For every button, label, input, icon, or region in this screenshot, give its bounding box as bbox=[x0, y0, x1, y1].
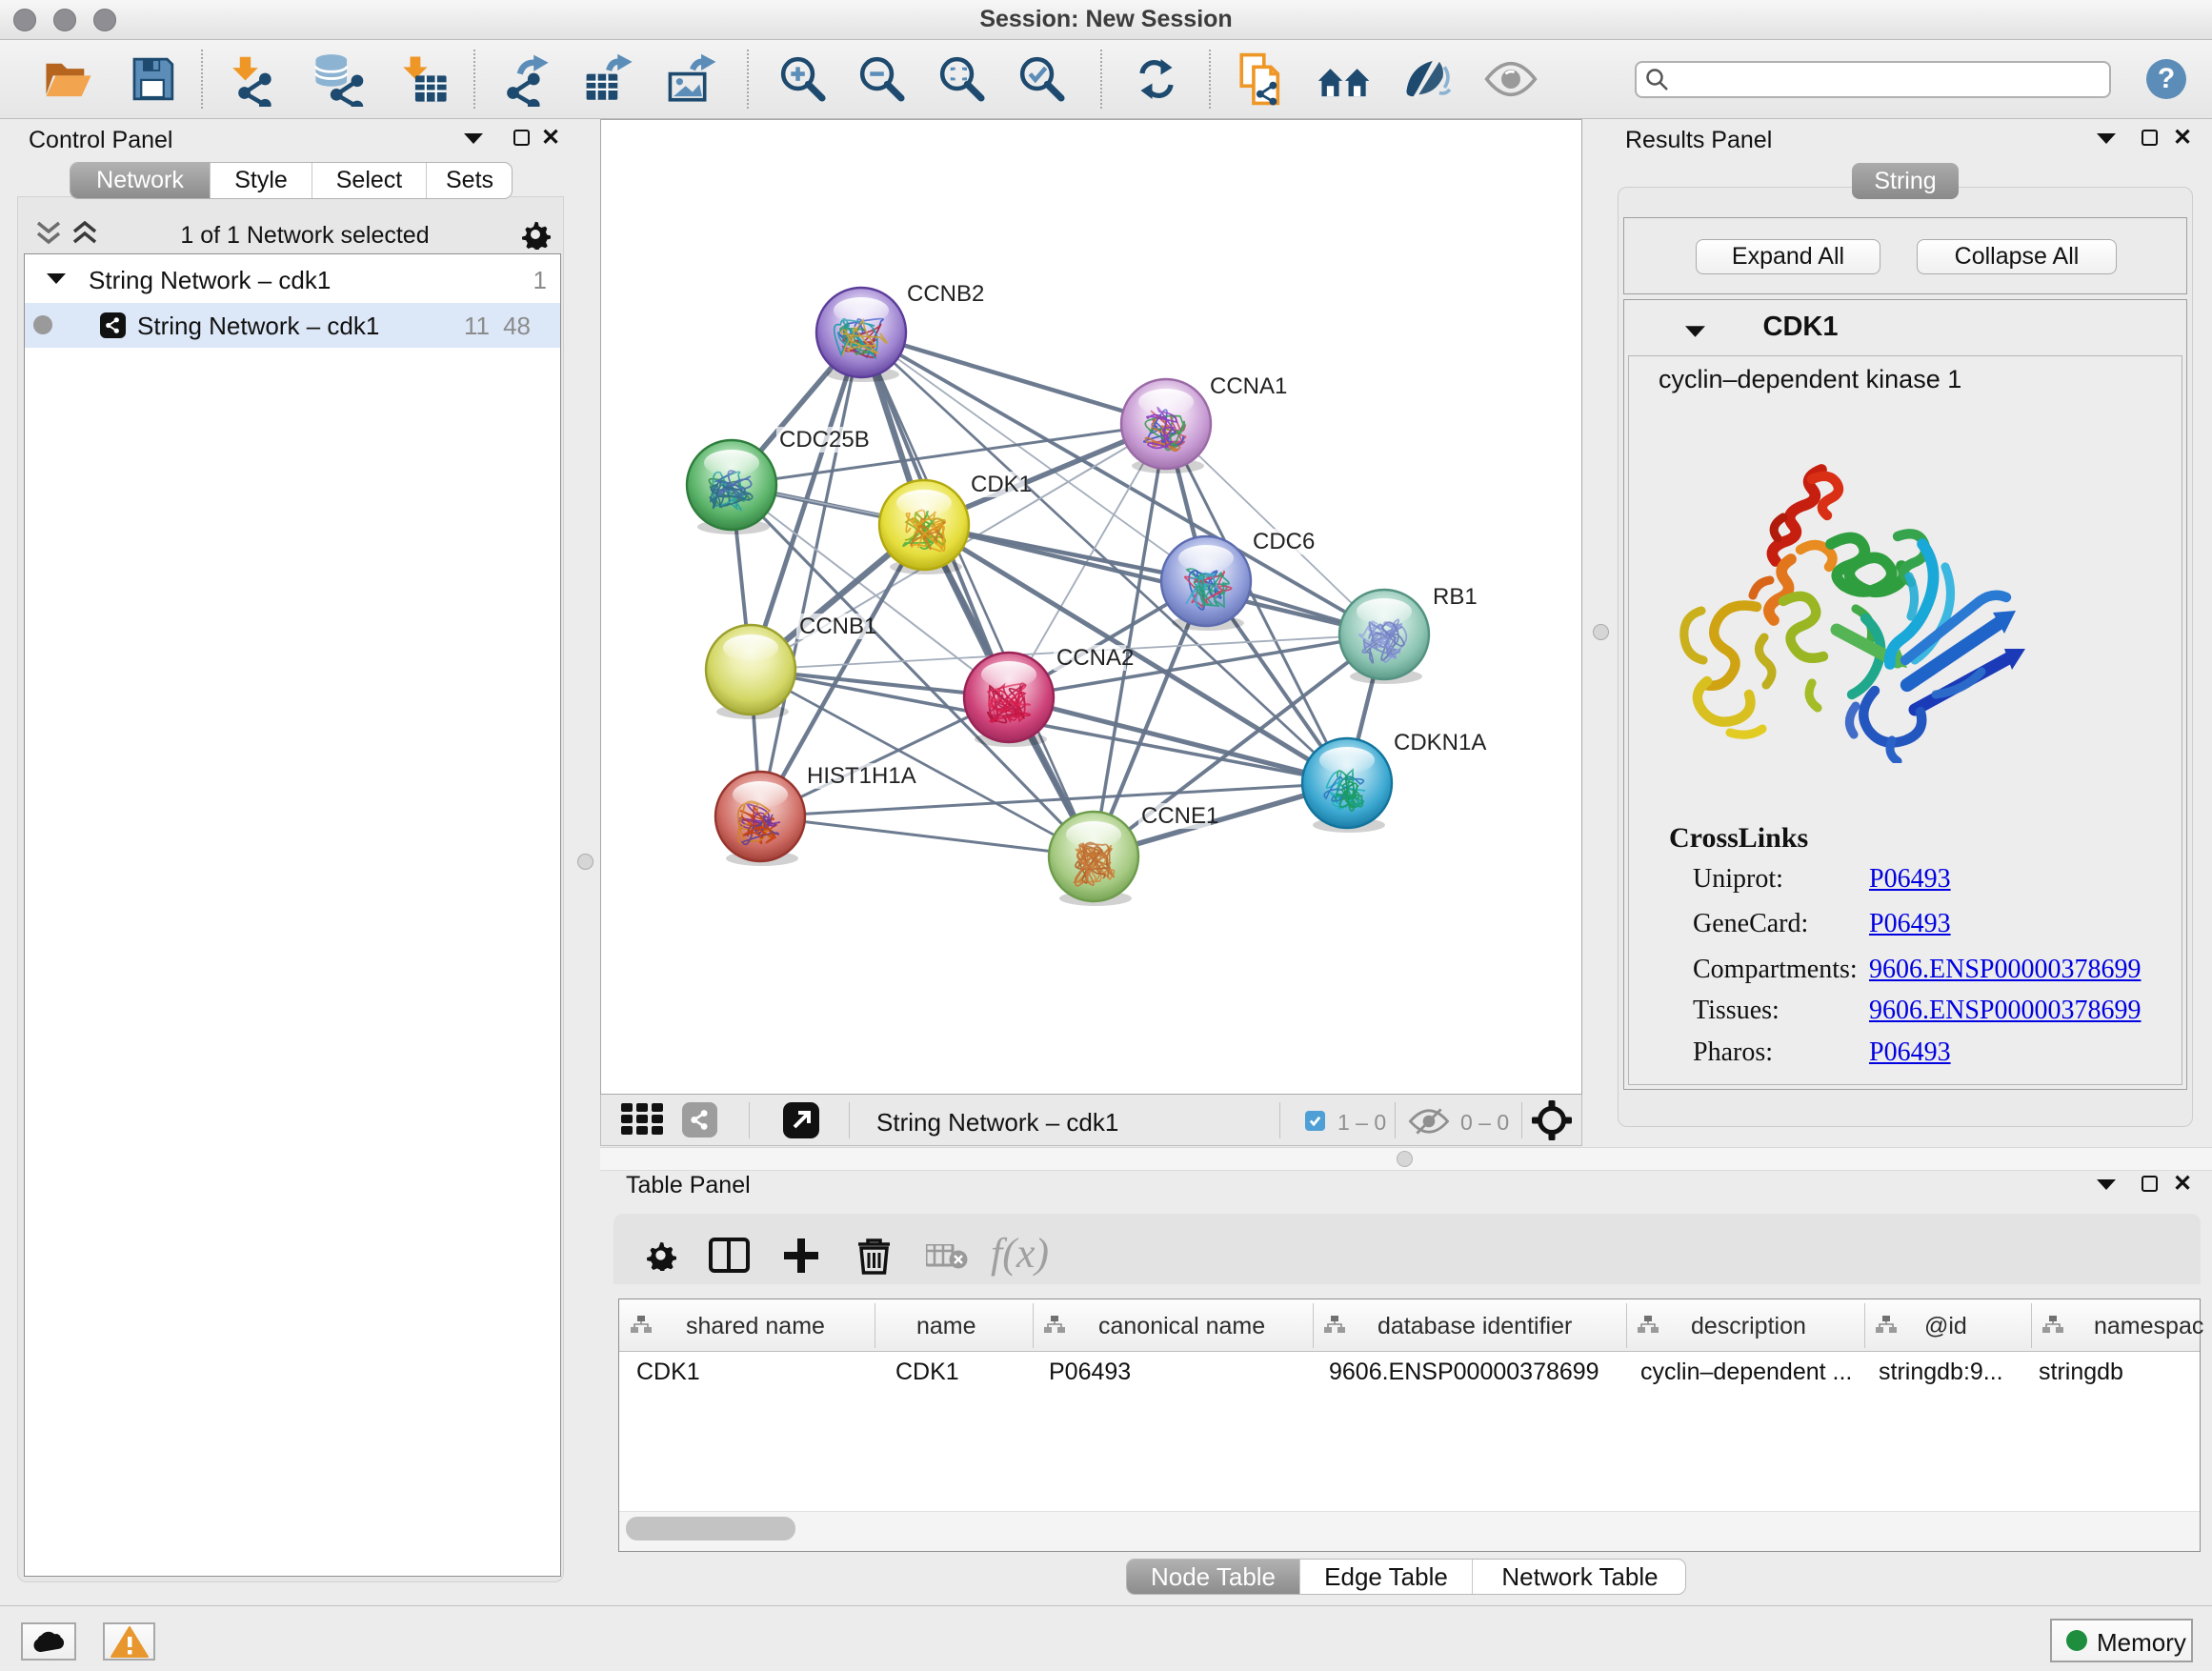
svg-text:HIST1H1A: HIST1H1A bbox=[807, 763, 916, 789]
svg-text:CCNB1: CCNB1 bbox=[799, 614, 876, 639]
svg-text:CCNA1: CCNA1 bbox=[1210, 373, 1287, 399]
svg-text:CDC6: CDC6 bbox=[1253, 529, 1315, 554]
svg-text:CDKN1A: CDKN1A bbox=[1394, 730, 1486, 755]
svg-text:CCNE1: CCNE1 bbox=[1141, 803, 1218, 829]
svg-text:CCNA2: CCNA2 bbox=[1056, 645, 1134, 671]
svg-text:RB1: RB1 bbox=[1433, 584, 1478, 610]
svg-text:CCNB2: CCNB2 bbox=[907, 281, 984, 307]
svg-text:CDK1: CDK1 bbox=[971, 472, 1032, 497]
svg-text:CDC25B: CDC25B bbox=[779, 427, 870, 453]
